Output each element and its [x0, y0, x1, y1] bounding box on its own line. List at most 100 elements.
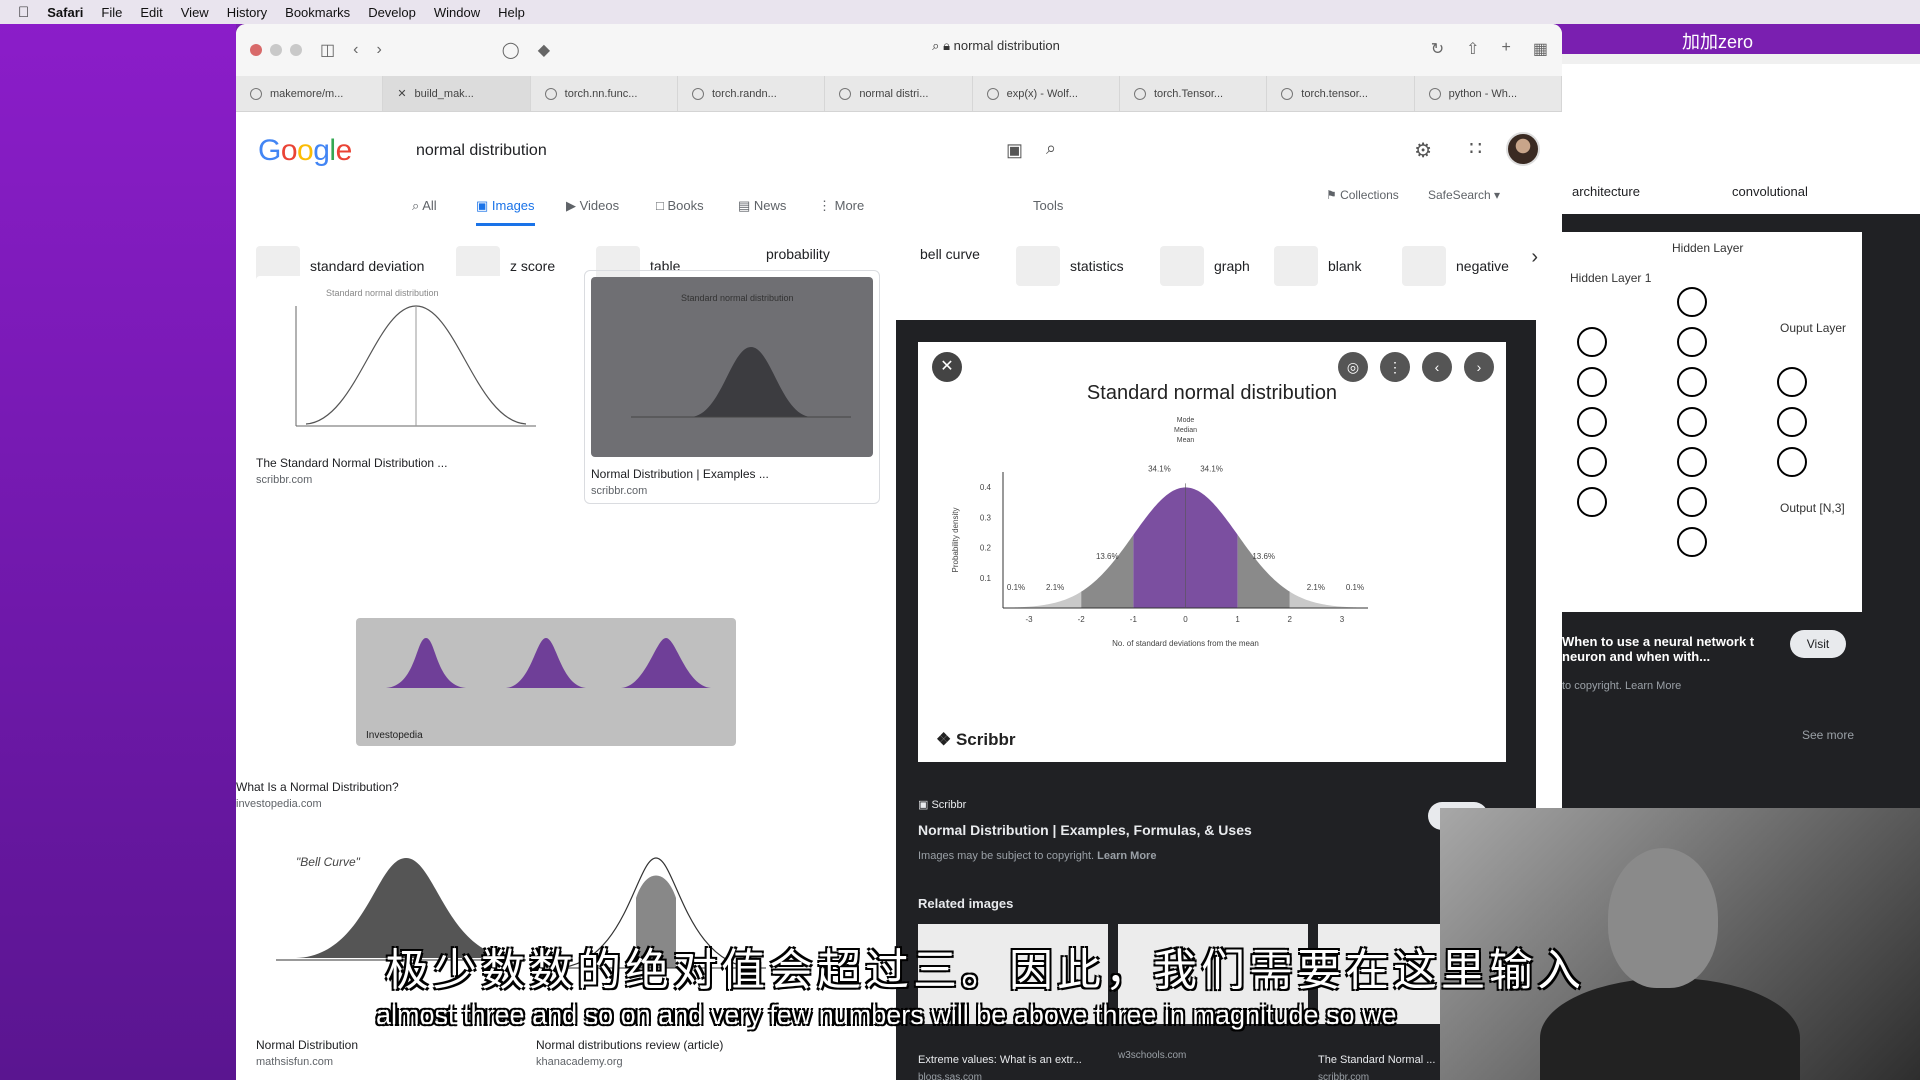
- safesearch-label: SafeSearch: [1428, 188, 1491, 202]
- search-input[interactable]: normal distribution: [416, 142, 547, 160]
- apple-icon[interactable]: : [18, 4, 29, 21]
- menu-window[interactable]: Window: [434, 5, 480, 20]
- chip-label: graph: [1214, 258, 1250, 274]
- tab-news[interactable]: ▤ News: [738, 198, 786, 214]
- tab[interactable]: torch.nn.func...: [531, 76, 678, 111]
- menu-help[interactable]: Help: [498, 5, 525, 20]
- distribution-region: [1133, 487, 1186, 608]
- tab-videos[interactable]: ▶ Videos: [566, 198, 619, 214]
- menu-bookmarks[interactable]: Bookmarks: [285, 5, 350, 20]
- close-tab-icon[interactable]: ✕: [397, 87, 406, 100]
- x-tick-label: 1: [1235, 615, 1240, 624]
- tab-images[interactable]: ▣ Images: [476, 198, 535, 226]
- chip[interactable]: bell curve: [920, 246, 980, 262]
- learn-more-link[interactable]: Learn More: [1097, 850, 1156, 862]
- menu-develop[interactable]: Develop: [368, 5, 416, 20]
- visit-button[interactable]: Visit: [1790, 630, 1846, 658]
- tab-books[interactable]: □ Books: [656, 198, 704, 213]
- result-title[interactable]: What Is a Normal Distribution?: [236, 780, 736, 794]
- menu-file[interactable]: File: [101, 5, 122, 20]
- search-icon[interactable]: ⌕: [1046, 138, 1056, 159]
- chip[interactable]: statistics: [1016, 246, 1124, 286]
- tab[interactable]: python - Wh...: [1415, 76, 1562, 111]
- tab[interactable]: makemore/m...: [236, 76, 384, 111]
- result-source: scribbr.com: [256, 474, 313, 486]
- apps-grid-icon[interactable]: ∷: [1469, 136, 1482, 161]
- gear-icon[interactable]: ⚙: [1414, 138, 1432, 163]
- camera-icon[interactable]: ▣: [1006, 140, 1023, 161]
- region-percent-label: 34.1%: [1200, 465, 1223, 474]
- tab[interactable]: normal distri...: [825, 76, 973, 111]
- privacy-icon[interactable]: ◯: [502, 40, 520, 60]
- menu-safari[interactable]: Safari: [47, 5, 83, 20]
- zoom-window-button[interactable]: [290, 44, 302, 56]
- normal-distribution-chart: 0.1% 2.1% 13.6% 34.1% 34.1% 13.6% 2.1% 0.1% -3 -2…: [951, 417, 1368, 648]
- google-header: Google normal distribution ▣ ⌕ ⚙ ∷: [236, 112, 1562, 184]
- see-more-link[interactable]: See more: [1802, 728, 1854, 742]
- tab-label: makemore/m...: [270, 87, 344, 100]
- tab-all[interactable]: ⌕ All: [412, 198, 437, 214]
- google-logo[interactable]: Google: [258, 134, 352, 168]
- tab-more[interactable]: ⋮ More: [818, 198, 864, 214]
- address-bar[interactable]: ⌕ 🔒︎ normal distribution: [796, 38, 1196, 62]
- preview-image[interactable]: ✕ ◎ ⋮ ‹ › Standard normal distribution 0…: [918, 342, 1506, 762]
- chip[interactable]: convolutional: [1732, 184, 1808, 199]
- diagram-label: Output [N,3]: [1780, 501, 1845, 515]
- result-title[interactable]: The Standard Normal Distribution ...: [256, 456, 546, 470]
- thumbnail-caption: "Bell Curve": [296, 855, 361, 869]
- y-axis-label: Probability density: [951, 508, 960, 573]
- result-title[interactable]: Normal distributions review (article): [536, 1038, 776, 1052]
- distribution-region: [1289, 591, 1342, 608]
- reload-icon[interactable]: ↻: [1431, 39, 1444, 59]
- bell-curve-thumbnail: Standard normal distribution: [295, 288, 536, 427]
- result-title[interactable]: When to use a neural network t neuron an…: [1562, 634, 1782, 664]
- shield-icon[interactable]: ◆: [538, 40, 550, 60]
- result-title[interactable]: Normal Distribution: [256, 1038, 536, 1052]
- chip[interactable]: architecture: [1572, 184, 1640, 199]
- result-source[interactable]: ▣ Scribbr: [918, 798, 966, 811]
- new-tab-icon[interactable]: +: [1502, 39, 1511, 59]
- menu-view[interactable]: View: [181, 5, 209, 20]
- sidebar-icon[interactable]: ◫: [320, 40, 335, 60]
- share-icon[interactable]: ⇧: [1466, 39, 1479, 59]
- back-icon[interactable]: ‹: [353, 41, 358, 59]
- collections-link[interactable]: ⚑ Collections: [1326, 188, 1399, 202]
- chip-thumbnail: [1274, 246, 1318, 286]
- distribution-region: [1081, 534, 1134, 608]
- chevron-right-icon[interactable]: ›: [1531, 246, 1538, 269]
- minimize-window-button[interactable]: [270, 44, 282, 56]
- tab[interactable]: torch.Tensor...: [1120, 76, 1268, 111]
- result-card[interactable]: Investopedia What Is a Normal Distributi…: [236, 618, 736, 810]
- thumbnail-caption: Investopedia: [366, 730, 423, 741]
- y-tick-label: 0.2: [980, 544, 992, 553]
- menu-bar:  Safari File Edit View History Bookmark…: [0, 0, 1920, 24]
- chip[interactable]: probability: [766, 246, 830, 262]
- tools-button[interactable]: Tools: [1033, 198, 1063, 213]
- result-page-title[interactable]: Normal Distribution | Examples, Formulas…: [918, 822, 1252, 838]
- tab-label: torch.randn...: [711, 87, 777, 100]
- chip[interactable]: negative: [1402, 246, 1509, 286]
- result-card-selected[interactable]: Standard normal distribution Normal Dist…: [584, 270, 880, 504]
- tab[interactable]: torch.randn...: [678, 76, 826, 111]
- result-card[interactable]: Standard normal distribution The Standar…: [256, 276, 546, 486]
- tab[interactable]: exp(x) - Wolf...: [973, 76, 1120, 111]
- menu-edit[interactable]: Edit: [140, 5, 162, 20]
- result-source: scribbr.com: [591, 485, 648, 497]
- tab-label: torch.nn.func...: [564, 87, 638, 100]
- tab-overview-icon[interactable]: ▦: [1533, 39, 1548, 59]
- chip[interactable]: graph: [1160, 246, 1250, 286]
- result-title[interactable]: Normal Distribution | Examples ...: [591, 467, 873, 481]
- chip[interactable]: blank: [1274, 246, 1361, 286]
- x-axis-label: No. of standard deviations from the mean: [1112, 639, 1259, 648]
- neural-network-diagram[interactable]: Hidden Layer 1 Hidden Layer Ouput Layer …: [1562, 232, 1862, 612]
- menu-history[interactable]: History: [227, 5, 267, 20]
- related-caption[interactable]: Extreme values: What is an extr...: [918, 1054, 1108, 1066]
- related-images-heading: Related images: [918, 896, 1014, 911]
- tab[interactable]: torch.tensor...: [1267, 76, 1415, 111]
- forward-icon[interactable]: ›: [376, 41, 381, 59]
- avatar[interactable]: [1506, 132, 1540, 166]
- window-controls: [250, 44, 302, 56]
- safesearch-dropdown[interactable]: SafeSearch ▾: [1428, 188, 1500, 202]
- close-window-button[interactable]: [250, 44, 262, 56]
- tab[interactable]: ✕ build_mak...: [383, 76, 531, 111]
